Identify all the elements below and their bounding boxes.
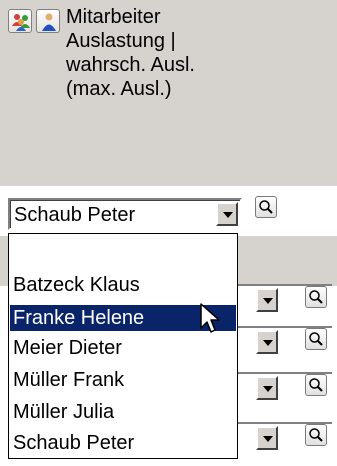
column-title: Mitarbeiter Auslastung | wahrsch. Ausl. … bbox=[66, 5, 306, 101]
title-line: wahrsch. Ausl. bbox=[66, 54, 195, 76]
employee-select-dropdown-button[interactable] bbox=[216, 202, 238, 226]
title-line: (max. Ausl.) bbox=[66, 78, 172, 100]
row-dropdown-button[interactable] bbox=[256, 376, 278, 400]
single-user-button[interactable] bbox=[36, 9, 60, 33]
group-users-icon bbox=[12, 14, 30, 31]
search-button[interactable] bbox=[255, 196, 277, 218]
magnifier-icon bbox=[309, 378, 323, 392]
row-search-button[interactable] bbox=[305, 286, 327, 308]
row-search-button[interactable] bbox=[305, 424, 327, 446]
magnifier-icon bbox=[259, 200, 273, 214]
magnifier-icon bbox=[309, 290, 323, 304]
row-dropdown-button[interactable] bbox=[256, 288, 278, 312]
dropdown-option[interactable]: Batzeck Klaus bbox=[10, 272, 236, 298]
dropdown-option[interactable]: Müller Frank bbox=[10, 367, 236, 393]
employee-select[interactable]: Schaub Peter bbox=[8, 198, 242, 230]
employee-dropdown-list: Batzeck Klaus Franke Helene Meier Dieter… bbox=[8, 233, 238, 459]
row-dropdown-button[interactable] bbox=[256, 330, 278, 354]
row-search-button[interactable] bbox=[305, 374, 327, 396]
magnifier-icon bbox=[309, 332, 323, 346]
magnifier-icon bbox=[309, 428, 323, 442]
row-dropdown-button[interactable] bbox=[256, 426, 278, 450]
title-line: Auslastung | bbox=[66, 30, 176, 52]
column-header: Mitarbeiter Auslastung | wahrsch. Ausl. … bbox=[0, 0, 337, 186]
row-search-button[interactable] bbox=[305, 328, 327, 350]
single-user-icon bbox=[42, 13, 56, 31]
mouse-cursor-icon bbox=[200, 303, 220, 333]
dropdown-option[interactable]: Müller Julia bbox=[10, 399, 236, 425]
employee-select-value: Schaub Peter bbox=[14, 204, 136, 226]
dropdown-option[interactable]: Schaub Peter bbox=[10, 430, 236, 456]
title-line: Mitarbeiter bbox=[66, 6, 161, 28]
dropdown-option[interactable]: Meier Dieter bbox=[10, 335, 236, 361]
dropdown-option-empty[interactable] bbox=[10, 236, 236, 262]
group-users-button[interactable] bbox=[8, 9, 32, 33]
